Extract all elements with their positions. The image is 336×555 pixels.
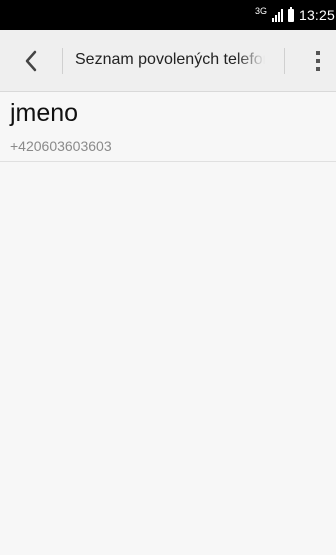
- action-bar: Seznam povolených telefonních čísel: [0, 30, 336, 92]
- contact-name: jmeno: [10, 99, 79, 127]
- status-indicators: 3G 13:25: [255, 0, 336, 30]
- chevron-left-icon: [25, 50, 37, 72]
- action-divider-left: [62, 48, 63, 74]
- battery-icon: [287, 6, 294, 22]
- status-time: 13:25: [298, 7, 335, 23]
- network-type-label: 3G: [254, 5, 267, 16]
- contact-number: +420603603603: [10, 138, 112, 154]
- status-bar: 3G 13:25: [0, 0, 336, 30]
- signal-icon: [271, 8, 283, 22]
- overflow-menu-button[interactable]: [304, 44, 332, 78]
- back-button[interactable]: [14, 44, 48, 78]
- page-title: Seznam povolených telefonních čísel: [75, 51, 265, 68]
- list-item[interactable]: jmeno +420603603603: [0, 92, 336, 162]
- action-divider-right: [284, 48, 285, 74]
- more-vertical-icon: [316, 51, 320, 55]
